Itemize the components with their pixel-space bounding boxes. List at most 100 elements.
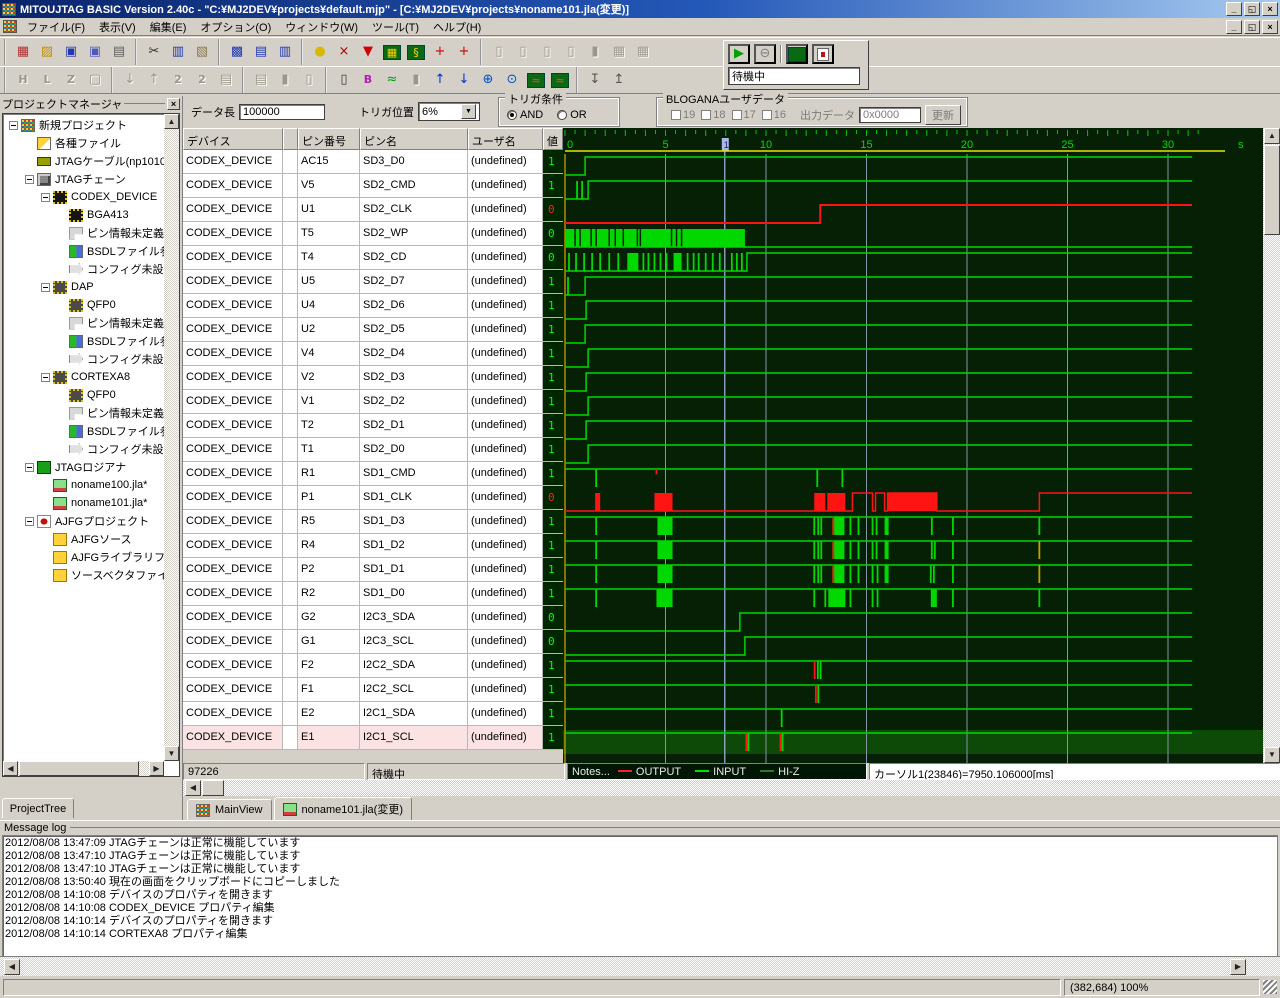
column-header-値[interactable]: 値 bbox=[543, 128, 563, 150]
table-row-SD1_D2[interactable]: CODEX_DEVICE R4 SD1_D2 (undefined) 1 bbox=[183, 534, 563, 558]
table-row-I2C2_SDA[interactable]: CODEX_DEVICE F2 I2C2_SDA (undefined) 1 bbox=[183, 654, 563, 678]
tree-item-JTAGロジアナ[interactable]: JTAGロジアナ bbox=[5, 458, 164, 476]
scroll-left-arrow-icon[interactable]: ◀ bbox=[4, 959, 20, 975]
acquisition-status-field[interactable] bbox=[728, 67, 860, 85]
jtag-detect-button[interactable]: ● bbox=[308, 40, 332, 64]
tree-item-ピン情報未定義[interactable]: ピン情報未定義 bbox=[5, 404, 164, 422]
scroll-right-arrow-icon[interactable]: ▶ bbox=[1230, 959, 1246, 975]
tree-item-BSDLファイル参[interactable]: BSDLファイル参 bbox=[5, 332, 164, 350]
log-horizontal-scrollbar[interactable]: ◀ ▶ bbox=[0, 956, 1280, 976]
tree-expand-icon[interactable] bbox=[25, 174, 34, 184]
tree-item-AJFGライブラリファイ[interactable]: AJFGライブラリファイ bbox=[5, 548, 164, 566]
wave-cursor-left-button[interactable]: ≈ bbox=[524, 68, 548, 92]
logana-red-button[interactable] bbox=[812, 44, 834, 64]
zoom-out-button[interactable]: ⊙ bbox=[500, 68, 524, 92]
menu-item-3[interactable]: オプション(O) bbox=[193, 18, 278, 36]
wave-cursor-right-button[interactable]: ≈ bbox=[548, 68, 572, 92]
run-button[interactable]: ▶ bbox=[728, 44, 750, 64]
tree-expand-icon[interactable] bbox=[9, 120, 18, 130]
tree-vertical-scrollbar[interactable]: ▲ ▼ bbox=[164, 114, 179, 761]
logana-green-button[interactable] bbox=[786, 44, 808, 64]
table-row-SD2_D1[interactable]: CODEX_DEVICE T2 SD2_D1 (undefined) 1 bbox=[183, 414, 563, 438]
add-device-button[interactable]: + bbox=[428, 40, 452, 64]
scrollbar-thumb[interactable] bbox=[1264, 145, 1280, 235]
waveform-panel[interactable]: 1 0 5 10 15 20 25 30 s bbox=[563, 128, 1263, 763]
tree-item-ソースベクタファイル[interactable]: ソースベクタファイル bbox=[5, 566, 164, 584]
table-row-SD2_D2[interactable]: CODEX_DEVICE V1 SD2_D2 (undefined) 1 bbox=[183, 390, 563, 414]
print-button[interactable]: ▤ bbox=[107, 40, 131, 64]
tree-item-QFP0[interactable]: QFP0 bbox=[5, 296, 164, 314]
menu-item-0[interactable]: ファイル(F) bbox=[20, 18, 92, 36]
stop-button[interactable]: ⊖ bbox=[754, 44, 776, 64]
table-row-SD2_D0[interactable]: CODEX_DEVICE T1 SD2_D0 (undefined) 1 bbox=[183, 438, 563, 462]
tree-expand-icon[interactable] bbox=[41, 282, 50, 292]
table-row-SD1_CLK[interactable]: CODEX_DEVICE P1 SD1_CLK (undefined) 0 bbox=[183, 486, 563, 510]
tree-expand-icon[interactable] bbox=[25, 516, 34, 526]
panel-close-icon[interactable]: × bbox=[167, 97, 180, 110]
mdiwb-restore-button[interactable]: ◱ bbox=[1244, 19, 1260, 34]
tree-item-BGA413[interactable]: BGA413 bbox=[5, 206, 164, 224]
table-row-SD3_D0[interactable]: CODEX_DEVICE AC15 SD3_D0 (undefined) 1 bbox=[183, 150, 563, 174]
scroll-down-arrow-icon[interactable]: ▼ bbox=[1264, 747, 1280, 763]
dropdown-arrow-icon[interactable]: ▼ bbox=[461, 104, 476, 119]
tree-expand-icon[interactable] bbox=[41, 192, 50, 202]
table-row-SD2_D6[interactable]: CODEX_DEVICE U4 SD2_D6 (undefined) 1 bbox=[183, 294, 563, 318]
menu-item-6[interactable]: ヘルプ(H) bbox=[426, 18, 488, 36]
tree-item-noname101.jla*[interactable]: noname101.jla* bbox=[5, 494, 164, 512]
tree-item-コンフィグ未設定[interactable]: コンフィグ未設定 bbox=[5, 350, 164, 368]
scroll-right-arrow-icon[interactable]: ▶ bbox=[149, 761, 164, 776]
table-row-SD1_D3[interactable]: CODEX_DEVICE R5 SD1_D3 (undefined) 1 bbox=[183, 510, 563, 534]
tree-item-CODEX_DEVICE[interactable]: CODEX_DEVICE bbox=[5, 188, 164, 206]
tree-item-コンフィグ未設定[interactable]: コンフィグ未設定 bbox=[5, 260, 164, 278]
waveform-canvas[interactable]: 10 5 10 15 20 25 30 s bbox=[563, 128, 1263, 763]
tile-horizontal-button[interactable]: ▤ bbox=[249, 40, 273, 64]
zoom-in-button[interactable]: ⊕ bbox=[476, 68, 500, 92]
menu-item-4[interactable]: ウィンドウ(W) bbox=[278, 18, 365, 36]
trigger-position-select[interactable]: 6% ▼ bbox=[418, 102, 480, 121]
menu-item-5[interactable]: ツール(T) bbox=[365, 18, 426, 36]
or-radio[interactable] bbox=[557, 109, 568, 120]
copy-button[interactable]: ▥ bbox=[166, 40, 190, 64]
tree-item-DAP[interactable]: DAP bbox=[5, 278, 164, 296]
column-header-ユーザ名[interactable]: ユーザ名 bbox=[468, 128, 543, 150]
tree-item-CORTEXA8[interactable]: CORTEXA8 bbox=[5, 368, 164, 386]
tree-item-ピン情報未定義[interactable]: ピン情報未定義 bbox=[5, 314, 164, 332]
reset-button[interactable]: ▼ bbox=[356, 40, 380, 64]
mdiwb-close-button[interactable]: × bbox=[1262, 19, 1278, 34]
scroll-left-arrow-icon[interactable]: ◀ bbox=[3, 761, 18, 776]
table-row-SD2_CD[interactable]: CODEX_DEVICE T4 SD2_CD (undefined) 0 bbox=[183, 246, 563, 270]
table-row-SD2_D4[interactable]: CODEX_DEVICE V4 SD2_D4 (undefined) 1 bbox=[183, 342, 563, 366]
menu-item-2[interactable]: 編集(E) bbox=[143, 18, 194, 36]
resize-grip[interactable] bbox=[1263, 980, 1277, 994]
waveform-horizontal-scrollbar[interactable]: ◀ bbox=[183, 780, 1280, 796]
blogana-bit-16-checkbox[interactable] bbox=[761, 109, 772, 120]
table-row-I2C2_SCL[interactable]: CODEX_DEVICE F1 I2C2_SCL (undefined) 1 bbox=[183, 678, 563, 702]
table-row-I2C1_SCL[interactable]: CODEX_DEVICE E1 I2C1_SCL (undefined) 1 bbox=[183, 726, 563, 750]
scroll-up-arrow-icon[interactable]: ▲ bbox=[164, 114, 179, 129]
cascade-windows-button[interactable]: ▩ bbox=[225, 40, 249, 64]
tree-item-AJFGソース[interactable]: AJFGソース bbox=[5, 530, 164, 548]
table-row-I2C3_SDA[interactable]: CODEX_DEVICE G2 I2C3_SDA (undefined) 0 bbox=[183, 606, 563, 630]
data-length-input[interactable] bbox=[239, 103, 325, 120]
new-project-button[interactable]: ▦ bbox=[11, 40, 35, 64]
scrollbar-thumb[interactable] bbox=[202, 780, 224, 796]
tree-item-noname100.jla*[interactable]: noname100.jla* bbox=[5, 476, 164, 494]
tree-item-各種ファイル[interactable]: 各種ファイル bbox=[5, 134, 164, 152]
tile-vertical-button[interactable]: ▥ bbox=[273, 40, 297, 64]
column-header-ピン名[interactable]: ピン名 bbox=[360, 128, 468, 150]
waveform-vertical-scrollbar[interactable]: ▲ ▼ bbox=[1263, 128, 1280, 763]
tree-expand-icon[interactable] bbox=[25, 462, 34, 472]
wb-close-button[interactable]: × bbox=[1262, 2, 1278, 16]
table-row-SD2_D5[interactable]: CODEX_DEVICE U2 SD2_D5 (undefined) 1 bbox=[183, 318, 563, 342]
scrollbar-thumb[interactable] bbox=[19, 761, 139, 776]
column-header-デバイス[interactable]: デバイス bbox=[183, 128, 283, 150]
tree-item-BSDLファイル参[interactable]: BSDLファイル参 bbox=[5, 242, 164, 260]
project-tree-tab[interactable]: ProjectTree bbox=[2, 798, 74, 818]
scroll-up-arrow-icon[interactable]: ▲ bbox=[1264, 128, 1280, 144]
tree-item-新規プロジェクト[interactable]: 新規プロジェクト bbox=[5, 116, 164, 134]
plug-read-button[interactable]: ↥ bbox=[607, 68, 631, 92]
blogana-bit-19-checkbox[interactable] bbox=[671, 109, 681, 120]
table-row-I2C3_SCL[interactable]: CODEX_DEVICE G1 I2C3_SCL (undefined) 0 bbox=[183, 630, 563, 654]
new-waveform-button[interactable]: ▯ bbox=[332, 68, 356, 92]
message-log-list[interactable]: 2012/08/08 13:47:09 JTAGチェーンは正常に機能しています 2… bbox=[2, 835, 1278, 956]
